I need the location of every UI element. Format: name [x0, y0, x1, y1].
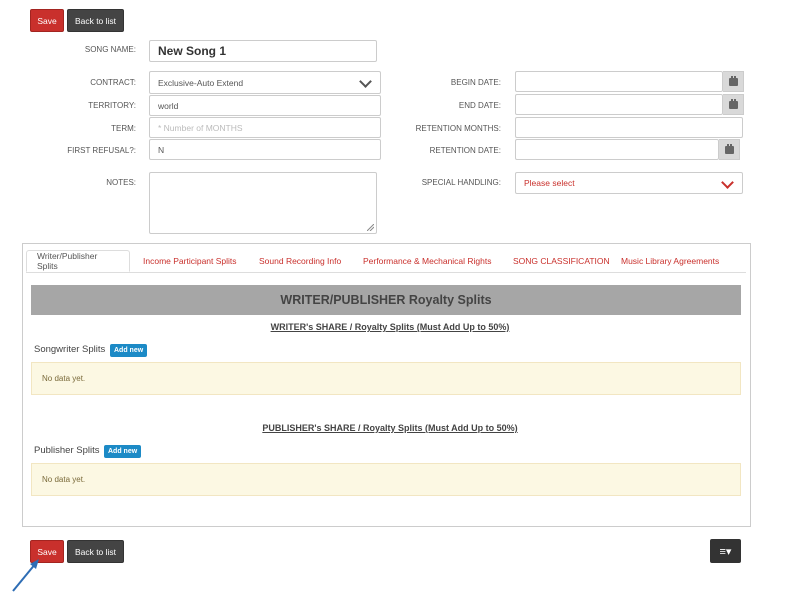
back-to-list-button-top[interactable]: Back to list [67, 9, 124, 32]
end-date-label: END DATE: [458, 101, 501, 110]
chevron-down-icon [359, 75, 372, 88]
contract-label: CONTRACT: [90, 78, 136, 87]
retention-date-label: RETENTION DATE: [429, 146, 501, 155]
territory-input[interactable]: world [149, 95, 381, 116]
begin-date-label: BEGIN DATE: [450, 78, 501, 87]
end-date-calendar-button[interactable] [723, 94, 744, 115]
retention-months-input[interactable] [515, 117, 743, 138]
tab-music-library-agreements[interactable]: Music Library Agreements [611, 250, 729, 272]
tab-song-classification[interactable]: SONG CLASSIFICATION [503, 250, 620, 272]
calendar-icon [728, 75, 738, 86]
publisher-splits-label: Publisher Splits [34, 445, 100, 456]
resize-handle-icon[interactable] [367, 224, 374, 231]
song-name-label: SONG NAME: [84, 45, 136, 54]
first-refusal-label: FIRST REFUSAL?: [67, 146, 136, 155]
contract-select[interactable]: Exclusive-Auto Extend [149, 71, 381, 94]
splits-banner: WRITER/PUBLISHER Royalty Splits [31, 285, 741, 315]
begin-date-input[interactable] [515, 71, 723, 92]
songwriter-empty-message: No data yet. [31, 362, 741, 395]
annotation-arrow-icon [12, 559, 39, 592]
add-publisher-button[interactable]: Add new [104, 445, 142, 458]
end-date-input[interactable] [515, 94, 723, 115]
begin-date-calendar-button[interactable] [723, 71, 744, 92]
retention-date-calendar-button[interactable] [719, 139, 740, 160]
special-handling-value: Please select [524, 178, 575, 188]
actions-menu-button[interactable]: ≡▾ [710, 539, 741, 563]
special-handling-select[interactable]: Please select [515, 172, 743, 194]
tab-performance-mechanical-rights[interactable]: Performance & Mechanical Rights [353, 250, 502, 272]
territory-label: TERRITORY: [88, 101, 136, 110]
tab-sound-recording-info[interactable]: Sound Recording Info [249, 250, 351, 272]
publisher-share-title: PUBLISHER's SHARE / Royalty Splits (Must… [262, 423, 518, 433]
add-songwriter-button[interactable]: Add new [110, 344, 148, 357]
retention-date-input[interactable] [515, 139, 719, 160]
songwriter-splits-label: Songwriter Splits [34, 344, 106, 355]
publisher-empty-message: No data yet. [31, 463, 741, 496]
term-label: TERM: [111, 124, 136, 133]
retention-months-label: RETENTION MONTHS: [415, 124, 501, 133]
save-button-top[interactable]: Save [30, 9, 64, 32]
calendar-icon [724, 143, 734, 154]
term-placeholder: * Number of MONTHS [158, 122, 243, 133]
chevron-down-icon [721, 176, 734, 189]
page-frame: Save Back to list SONG NAME: New Song 1 … [0, 0, 784, 588]
first-refusal-input[interactable]: N [149, 139, 381, 160]
term-input[interactable]: * Number of MONTHS [149, 117, 381, 138]
notes-textarea[interactable] [149, 172, 377, 234]
calendar-icon [728, 98, 738, 109]
song-name-input[interactable]: New Song 1 [149, 40, 377, 62]
tab-income-participant-splits[interactable]: Income Participant Splits [133, 250, 247, 272]
contract-value: Exclusive-Auto Extend [158, 77, 244, 88]
notes-label: NOTES: [106, 178, 136, 187]
back-to-list-button-bottom[interactable]: Back to list [67, 540, 124, 563]
tab-divider [26, 272, 746, 273]
tab-writer-publisher-splits[interactable]: Writer/Publisher Splits [26, 250, 130, 272]
special-handling-label: SPECIAL HANDLING: [421, 178, 501, 187]
list-caret-icon: ≡▾ [719, 545, 732, 558]
writer-share-title: WRITER's SHARE / Royalty Splits (Must Ad… [270, 322, 510, 332]
